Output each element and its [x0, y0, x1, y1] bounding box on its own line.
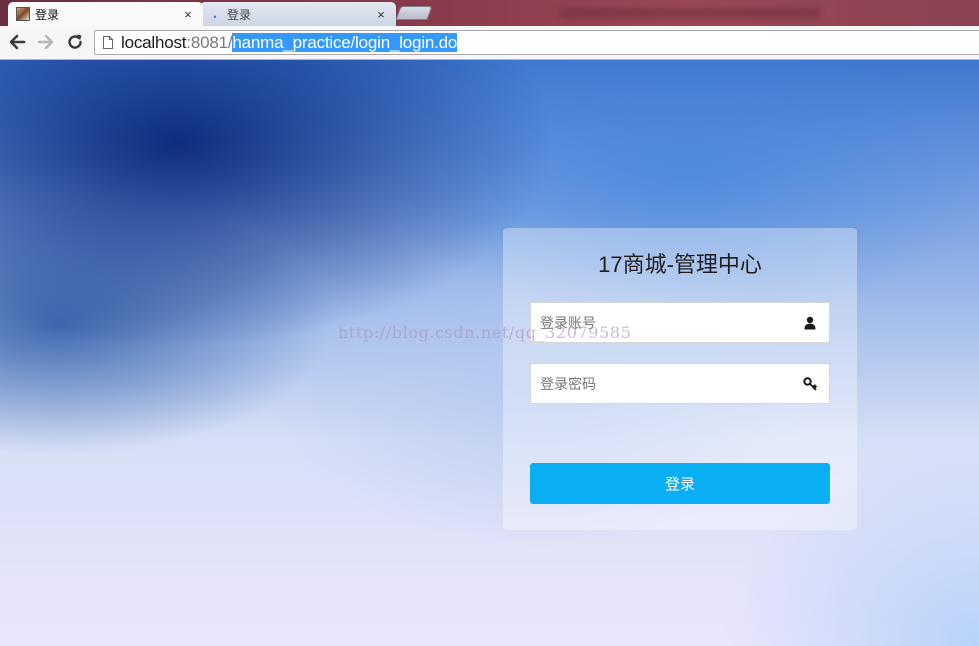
reload-icon — [68, 34, 82, 49]
browser-toolbar: localhost:8081/hanma_practice/login_logi… — [0, 26, 979, 60]
new-tab-button[interactable] — [395, 6, 433, 20]
tab-strip: 登录 × • 登录 × — [0, 0, 979, 26]
arrow-left-icon — [9, 34, 26, 50]
reload-button[interactable] — [64, 31, 86, 53]
page-title: 17商城-管理中心 — [598, 252, 762, 277]
password-field — [530, 363, 830, 404]
tab-close-icon[interactable]: × — [374, 7, 388, 22]
loading-favicon-icon: • — [213, 12, 217, 22]
tab-title: 登录 — [35, 7, 60, 22]
back-button[interactable] — [6, 31, 28, 53]
url-port: :8081/ — [186, 32, 233, 52]
arrow-right-icon — [37, 34, 54, 50]
page-icon — [103, 36, 113, 49]
tab-title: 登录 — [227, 7, 252, 22]
login-button[interactable]: 登录 — [530, 463, 830, 504]
tab-close-icon[interactable]: × — [181, 7, 195, 22]
password-input[interactable] — [531, 364, 829, 403]
forward-button[interactable] — [35, 31, 57, 53]
tab-login-active[interactable]: 登录 × — [8, 2, 203, 26]
login-panel: 17商城-管理中心 登录 — [503, 228, 857, 530]
account-field — [530, 302, 830, 343]
url-text: localhost:8081/hanma_practice/login_logi… — [121, 32, 458, 53]
address-bar[interactable]: localhost:8081/hanma_practice/login_logi… — [94, 30, 979, 55]
url-path-selected: hanma_practice/login_login.do — [232, 32, 458, 52]
page-favicon-icon — [16, 7, 30, 21]
page-background: http://blog.csdn.net/qq_32079585 17商城-管理… — [0, 60, 979, 646]
tab-login-inactive[interactable]: • 登录 × — [200, 2, 396, 26]
key-icon — [803, 377, 817, 391]
user-icon — [804, 316, 816, 330]
url-host: localhost — [121, 32, 187, 52]
account-input[interactable] — [531, 303, 829, 342]
